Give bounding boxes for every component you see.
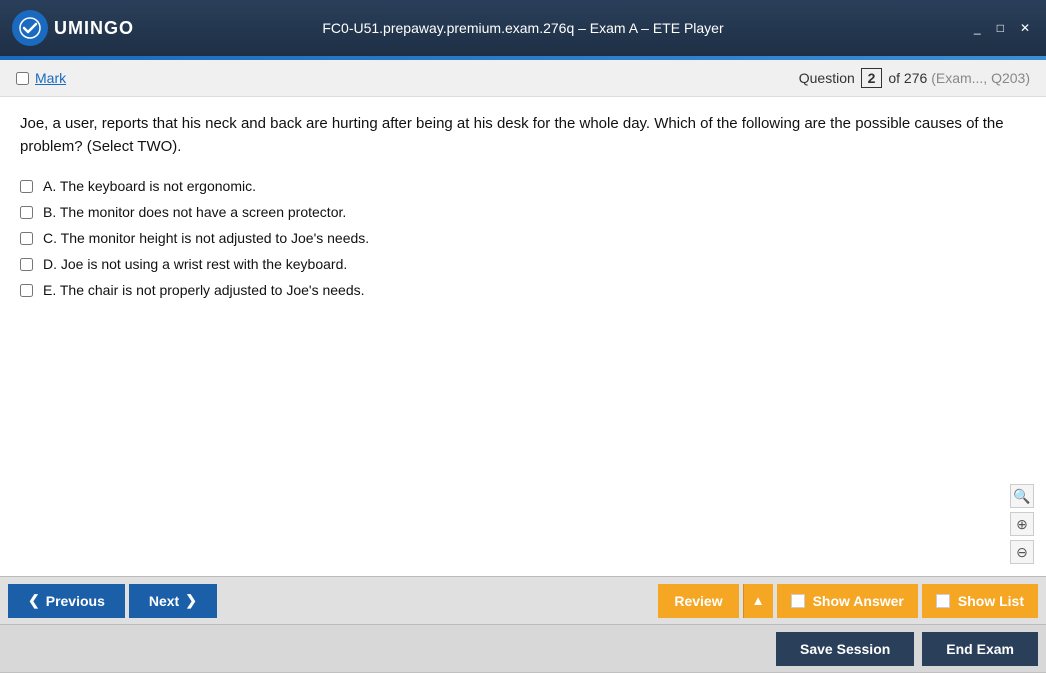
option-d-label: D. Joe is not using a wrist rest with th… bbox=[43, 256, 347, 272]
option-a-label: A. The keyboard is not ergonomic. bbox=[43, 178, 256, 194]
show-answer-checkbox-icon bbox=[791, 594, 805, 608]
option-a[interactable]: A. The keyboard is not ergonomic. bbox=[20, 178, 1026, 194]
next-chevron-icon bbox=[185, 592, 197, 609]
option-e-label: E. The chair is not properly adjusted to… bbox=[43, 282, 365, 298]
review-button[interactable]: Review bbox=[658, 584, 738, 618]
checkbox-d[interactable] bbox=[20, 258, 33, 271]
question-info: Question 2 of 276 (Exam..., Q203) bbox=[799, 68, 1030, 88]
question-sub-info: (Exam..., Q203) bbox=[931, 70, 1030, 86]
window-title: FC0-U51.prepaway.premium.exam.276q – Exa… bbox=[322, 20, 723, 36]
show-answer-label: Show Answer bbox=[813, 593, 904, 609]
checkbox-c[interactable] bbox=[20, 232, 33, 245]
question-text: Joe, a user, reports that his neck and b… bbox=[20, 113, 1026, 158]
checkbox-e[interactable] bbox=[20, 284, 33, 297]
mark-checkbox[interactable] bbox=[16, 72, 29, 85]
previous-chevron-icon bbox=[28, 592, 40, 609]
option-b[interactable]: B. The monitor does not have a screen pr… bbox=[20, 204, 1026, 220]
next-label: Next bbox=[149, 593, 179, 609]
show-list-checkbox-icon bbox=[936, 594, 950, 608]
minimize-button[interactable]: _ bbox=[970, 19, 985, 37]
checkbox-b[interactable] bbox=[20, 206, 33, 219]
zoom-in-icon[interactable]: ⊕ bbox=[1010, 512, 1034, 536]
show-list-button[interactable]: Show List bbox=[922, 584, 1038, 618]
nav-bar: Previous Next Review Show Answer Show Li… bbox=[0, 576, 1046, 624]
review-dropdown-button[interactable] bbox=[743, 584, 773, 618]
option-c[interactable]: C. The monitor height is not adjusted to… bbox=[20, 230, 1026, 246]
search-icon[interactable]: 🔍 bbox=[1010, 484, 1034, 508]
zoom-controls: 🔍 ⊕ ⊖ bbox=[1010, 484, 1034, 564]
question-header: Mark Question 2 of 276 (Exam..., Q203) bbox=[0, 60, 1046, 97]
maximize-button[interactable]: □ bbox=[993, 19, 1008, 37]
option-d[interactable]: D. Joe is not using a wrist rest with th… bbox=[20, 256, 1026, 272]
main-content: Joe, a user, reports that his neck and b… bbox=[0, 97, 1046, 576]
option-b-label: B. The monitor does not have a screen pr… bbox=[43, 204, 346, 220]
checkbox-a[interactable] bbox=[20, 180, 33, 193]
total-questions: of 276 bbox=[888, 70, 927, 86]
question-label: Question bbox=[799, 70, 855, 86]
option-e[interactable]: E. The chair is not properly adjusted to… bbox=[20, 282, 1026, 298]
zoom-out-icon[interactable]: ⊖ bbox=[1010, 540, 1034, 564]
end-exam-button[interactable]: End Exam bbox=[922, 632, 1038, 666]
next-button[interactable]: Next bbox=[129, 584, 217, 618]
window-controls[interactable]: _ □ ✕ bbox=[970, 19, 1034, 37]
review-chevron-icon bbox=[751, 593, 764, 608]
save-session-button[interactable]: Save Session bbox=[776, 632, 914, 666]
review-label: Review bbox=[674, 593, 722, 609]
option-c-label: C. The monitor height is not adjusted to… bbox=[43, 230, 369, 246]
action-bar: Save Session End Exam bbox=[0, 624, 1046, 672]
mark-area[interactable]: Mark bbox=[16, 70, 66, 86]
close-button[interactable]: ✕ bbox=[1016, 19, 1034, 37]
previous-button[interactable]: Previous bbox=[8, 584, 125, 618]
previous-label: Previous bbox=[46, 593, 105, 609]
show-answer-button[interactable]: Show Answer bbox=[777, 584, 918, 618]
question-number: 2 bbox=[861, 68, 883, 88]
mark-label[interactable]: Mark bbox=[35, 70, 66, 86]
logo-text: UMINGO bbox=[54, 18, 134, 39]
logo-area: UMINGO bbox=[12, 10, 134, 46]
show-list-label: Show List bbox=[958, 593, 1024, 609]
logo-icon bbox=[12, 10, 48, 46]
title-bar: UMINGO FC0-U51.prepaway.premium.exam.276… bbox=[0, 0, 1046, 56]
